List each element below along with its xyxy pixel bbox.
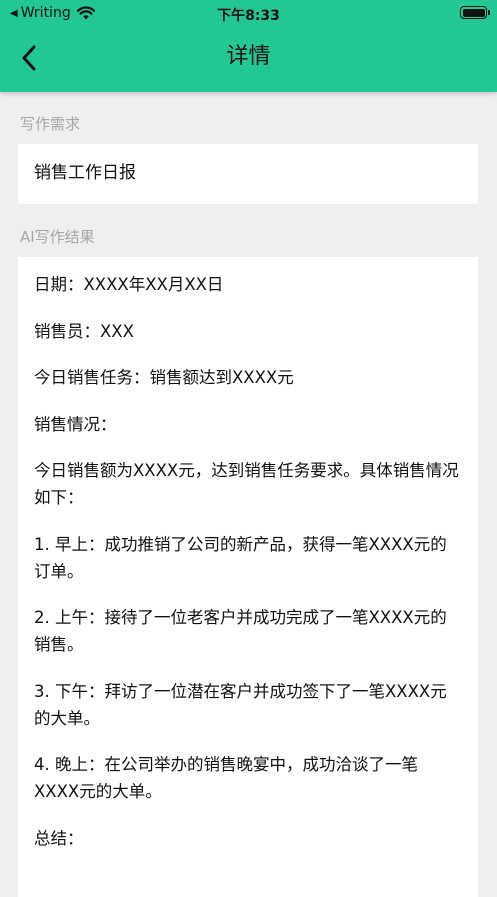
battery-icon (460, 6, 490, 19)
result-paragraph: 1. 早上：成功推销了公司的新产品，获得一笔XXXX元的订单。 (34, 534, 447, 581)
result-paragraph: 3. 下午：拜访了一位潜在客户并成功签下了一笔XXXX元的大单。 (34, 681, 447, 728)
result-paragraph: 今日销售任务：销售额达到XXXX元 (34, 368, 294, 387)
result-paragraph: 今日销售额为XXXX元，达到销售任务要求。具体销售情况如下： (34, 461, 459, 507)
result-body[interactable]: 日期：XXXX年XX月XX日 销售员：XXX 今日销售任务：销售额达到XXXX元… (18, 257, 478, 852)
result-card: 日期：XXXX年XX月XX日 销售员：XXX 今日销售任务：销售额达到XXXX元… (18, 257, 478, 897)
status-bar: ◀ Writing 下午8:33 (0, 0, 497, 26)
app-header: ◀ Writing 下午8:33 详情 (0, 0, 497, 92)
status-time: 下午8:33 (217, 8, 280, 24)
result-paragraph: 销售情况： (34, 414, 117, 434)
requirement-label: 写作需求 (20, 115, 81, 133)
battery-fill (462, 8, 485, 17)
result-paragraph: 销售员：XXX (34, 321, 134, 341)
result-paragraph: 日期：XXXX年XX月XX日 (34, 275, 224, 294)
requirement-card: 销售工作日报 (18, 144, 478, 204)
result-paragraph: 总结： (34, 828, 84, 848)
requirement-text: 销售工作日报 (34, 163, 136, 183)
result-paragraph: 2. 上午：接待了一位老客户并成功完成了一笔XXXX元的销售。 (34, 608, 447, 654)
result-label: AI写作结果 (20, 228, 95, 246)
page-title: 详情 (226, 44, 271, 69)
result-paragraph: 4. 晚上：在公司举办的销售晚宴中，成功洽谈了一笔XXXX元的大单。 (34, 755, 418, 801)
